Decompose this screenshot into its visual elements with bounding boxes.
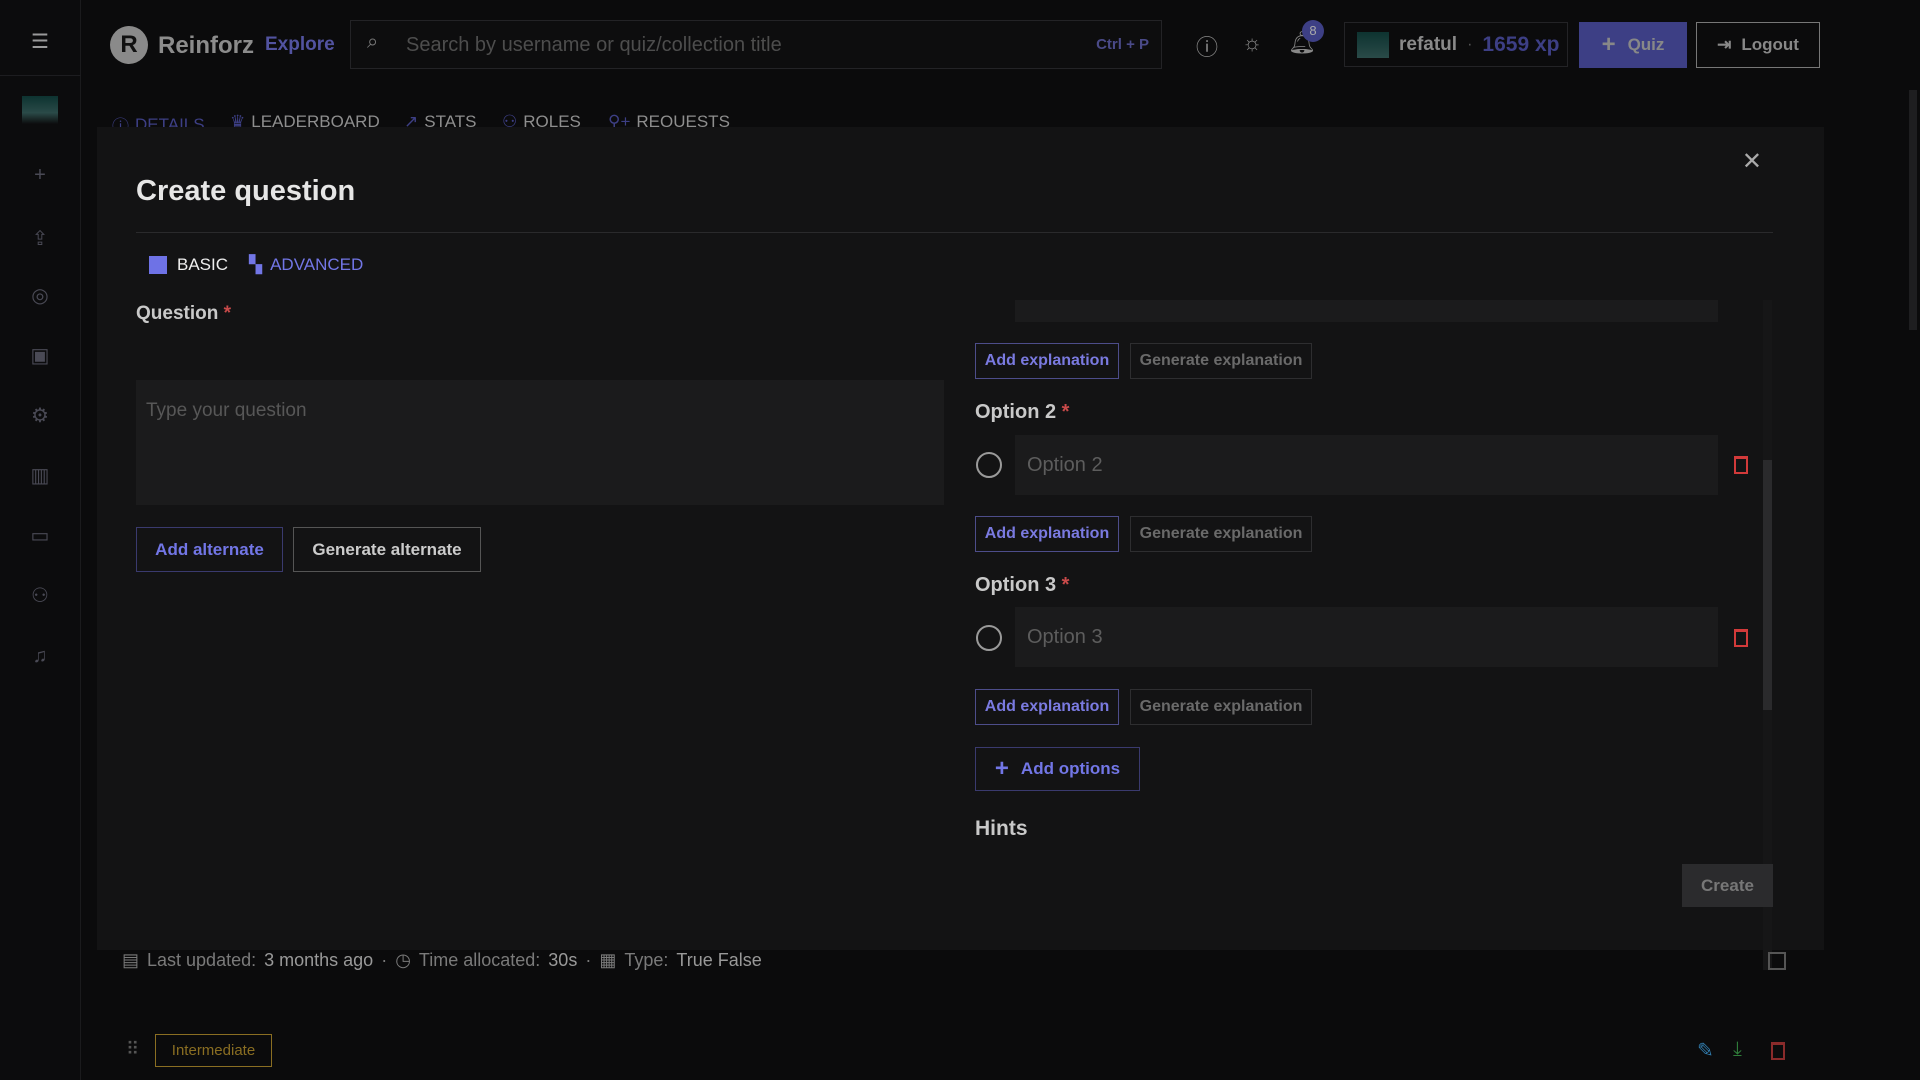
bell-icon[interactable]: ♫ [26, 642, 54, 670]
quiz-meta: ▤ Last updated: 3 months ago · ◷ Time alloc… [122, 950, 762, 971]
add-alternate-button[interactable]: Add alternate [136, 527, 283, 572]
create-quiz-button[interactable]: + Quiz [1579, 22, 1687, 68]
upload-icon[interactable]: ⇪ [26, 225, 54, 253]
drag-handle-icon[interactable]: ⠿ [126, 1039, 139, 1060]
meta-label: Time allocated: [418, 950, 541, 970]
option-2-label: Option 2 * [975, 401, 1069, 424]
option-2-input[interactable]: Option 2 [1015, 435, 1718, 495]
required-mark: * [1061, 401, 1070, 423]
user-profile-button[interactable]: refatul · 1659 xp [1344, 22, 1568, 67]
avatar[interactable] [22, 96, 58, 124]
required-mark: * [223, 303, 232, 324]
users-icon[interactable]: ⚇ [26, 582, 54, 610]
sidebar: ☰ + ⇪ ◎ ▣ ⚙ ▥ ▭ ⚇ ♫ [0, 0, 81, 1080]
close-icon[interactable]: ✕ [1742, 147, 1762, 176]
grid-icon: ▦ [599, 950, 617, 970]
brand: Reinforz [158, 32, 254, 59]
difficulty-badge: Intermediate [155, 1034, 272, 1067]
notification-badge: 8 [1302, 20, 1324, 42]
label-text: Option 3 [975, 574, 1057, 596]
question-label: Question * [136, 303, 231, 325]
tab-label: BASIC [177, 255, 229, 274]
question-input[interactable]: Type your question [136, 380, 944, 505]
quiz-icon[interactable]: ▣ [26, 342, 54, 370]
add-explanation-button[interactable]: Add explanation [975, 343, 1119, 379]
logout-label: Logout [1741, 35, 1799, 54]
option-1-input[interactable] [1015, 300, 1718, 322]
search-input[interactable]: ⌕ Search by username or quiz/collection … [350, 20, 1162, 69]
add-explanation-button[interactable]: Add explanation [975, 516, 1119, 552]
username: refatul [1399, 33, 1458, 55]
question-type: True False [676, 950, 762, 970]
separator: · [585, 950, 592, 970]
placeholder: Option 2 [1027, 453, 1103, 476]
question-placeholder: Type your question [146, 400, 307, 421]
generate-alternate-button[interactable]: Generate alternate [293, 527, 481, 572]
search-shortcut: Ctrl + P [1096, 36, 1149, 53]
plus-icon: + [994, 755, 1009, 782]
tab-label: ADVANCED [270, 255, 364, 274]
logout-icon: ⇥ [1717, 35, 1732, 54]
folder-icon[interactable]: ▭ [26, 522, 54, 550]
theme-toggle-icon[interactable]: ☼ [1242, 30, 1262, 56]
option-3-label: Option 3 * [975, 574, 1069, 597]
option-2-radio[interactable] [976, 452, 1002, 478]
last-updated: 3 months ago [264, 950, 374, 970]
separator: · [381, 950, 388, 970]
user-avatar [1357, 31, 1389, 58]
placeholder: Option 3 [1027, 625, 1103, 648]
chart-icon[interactable]: ▥ [26, 462, 54, 490]
explore-link[interactable]: Explore [265, 34, 335, 56]
button-label: Add options [1020, 759, 1121, 778]
label-text: Option 2 [975, 401, 1057, 423]
plus-icon[interactable]: + [26, 161, 54, 189]
delete-icon[interactable] [1771, 1042, 1785, 1060]
add-options-button[interactable]: + Add options [975, 747, 1140, 791]
divider [136, 232, 1773, 233]
trash-icon[interactable] [1734, 629, 1748, 647]
required-mark: * [1061, 574, 1070, 596]
divider [0, 75, 81, 76]
generate-explanation-button[interactable]: Generate explanation [1130, 516, 1312, 552]
logout-button[interactable]: ⇥ Logout [1696, 22, 1820, 68]
generate-explanation-button[interactable]: Generate explanation [1130, 343, 1312, 379]
plus-icon: + [1601, 31, 1616, 58]
option-3-radio[interactable] [976, 625, 1002, 651]
clock-icon: ◷ [395, 950, 411, 970]
meta-label: Last updated: [147, 950, 257, 970]
user-circle-icon[interactable]: ◎ [26, 282, 54, 310]
mode-tab-basic[interactable]: BASIC [149, 255, 228, 275]
select-checkbox[interactable] [1768, 952, 1786, 970]
download-icon[interactable]: ⤓ [1733, 1038, 1742, 1061]
options-scroll-area: Add explanation Generate explanation Opt… [975, 300, 1775, 970]
option-3-input[interactable]: Option 3 [1015, 607, 1718, 667]
separator: · [1467, 35, 1473, 53]
logo[interactable]: R [110, 26, 148, 64]
quiz-label: Quiz [1627, 35, 1665, 54]
mode-tab-advanced[interactable]: ▚ ADVANCED [249, 255, 363, 275]
search-icon: ⌕ [367, 31, 379, 53]
generate-explanation-button[interactable]: Generate explanation [1130, 689, 1312, 725]
help-icon[interactable]: ⓘ [1196, 30, 1218, 62]
xp-value: 1659 xp [1482, 32, 1560, 56]
label-text: Question [136, 303, 219, 324]
create-button[interactable]: Create [1682, 864, 1773, 907]
settings-icon[interactable]: ⚙ [26, 402, 54, 430]
search-placeholder: Search by username or quiz/collection ti… [406, 34, 782, 56]
page-scrollbar[interactable] [1909, 90, 1917, 330]
edit-icon[interactable]: ✎ [1697, 1038, 1714, 1063]
grid-icon: ▚ [249, 255, 263, 274]
hints-heading: Hints [975, 817, 1028, 840]
create-question-modal: ✕ Create question BASIC ▚ ADVANCED Questi… [97, 127, 1824, 970]
add-explanation-button[interactable]: Add explanation [975, 689, 1119, 725]
square-icon [149, 256, 167, 274]
menu-icon[interactable]: ☰ [26, 28, 54, 56]
calendar-icon: ▤ [122, 950, 140, 970]
trash-icon[interactable] [1734, 456, 1748, 474]
time-allocated: 30s [548, 950, 578, 970]
meta-label: Type: [624, 950, 669, 970]
modal-title: Create question [136, 175, 356, 207]
